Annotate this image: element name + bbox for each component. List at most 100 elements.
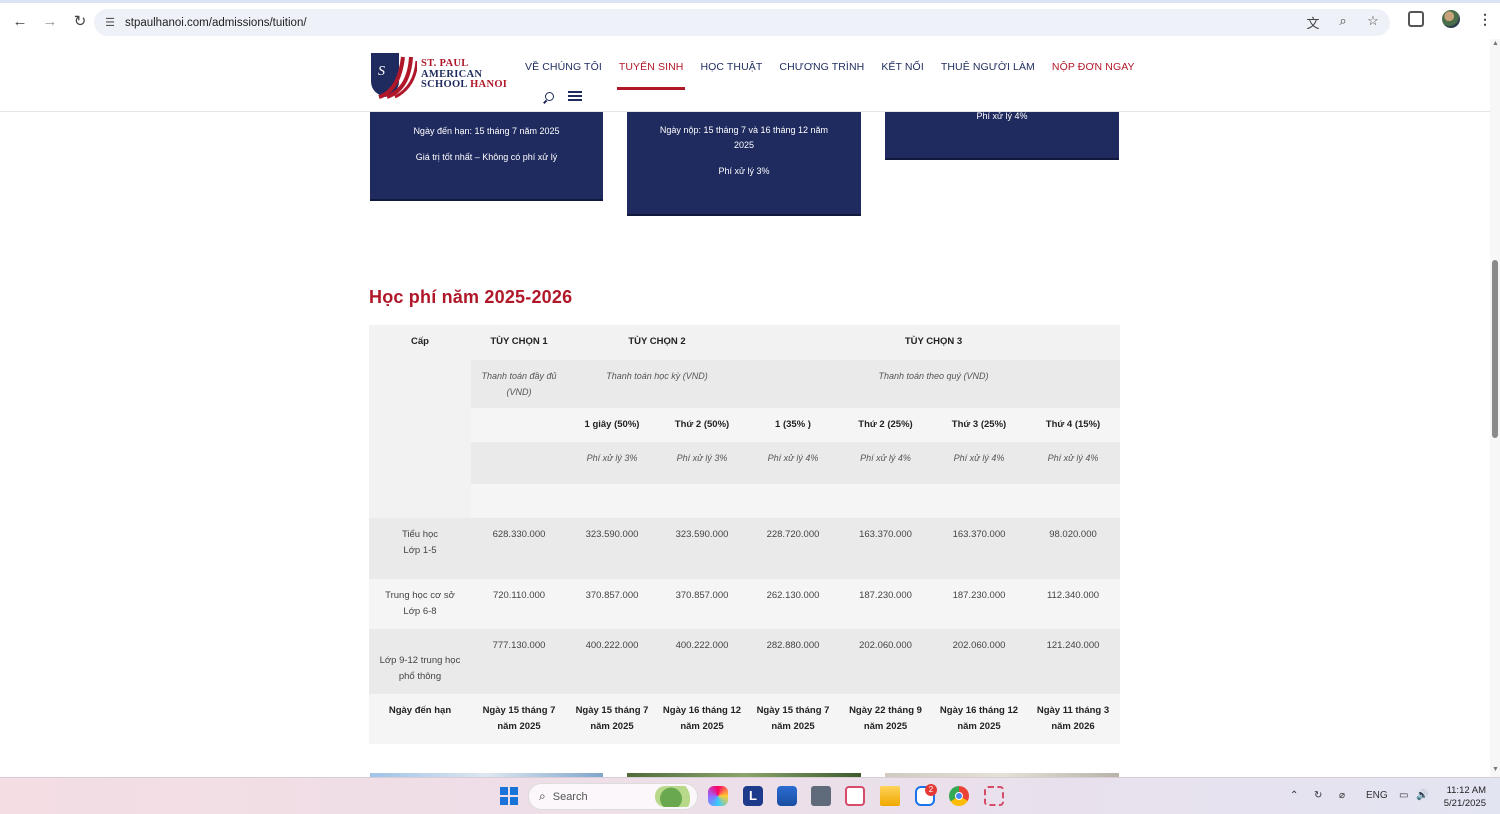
payment-card-option-3: Phí xử lý 4%: [885, 111, 1119, 160]
hamburger-menu-icon[interactable]: [568, 91, 582, 101]
fee-label: Phí xử lý 4%: [747, 442, 839, 484]
price-cell: 187.230.000: [839, 579, 932, 629]
volume-icon[interactable]: 🔊: [1416, 790, 1428, 801]
site-header: S ST. PAUL AMERICAN SCHOOL HANOI VỀ CHÚN…: [0, 39, 1490, 112]
taskbar-search-placeholder: Search: [552, 790, 588, 803]
table-row: Lớp 9-12 trung học phổ thông 777.130.000 …: [369, 629, 1120, 694]
logo-wordmark: ST. PAUL AMERICAN SCHOOL HANOI: [421, 59, 507, 91]
nav-academics[interactable]: HỌC THUẬT: [700, 61, 762, 73]
card2-fee: Phí xử lý 3%: [718, 166, 770, 176]
fee-label: Phí xử lý 3%: [567, 442, 657, 484]
card1-due-date: Ngày đến hạn: 15 tháng 7 năm 2025: [413, 126, 560, 136]
back-icon[interactable]: ←: [6, 7, 34, 35]
zalo-icon[interactable]: 2: [915, 784, 937, 806]
scroll-down-arrow-icon[interactable]: ▼: [1492, 766, 1499, 773]
zoom-icon[interactable]: ⌕: [1334, 13, 1352, 32]
option-1-header: TÙY CHỌN 1: [471, 325, 567, 360]
snipping-tool-icon[interactable]: [845, 786, 865, 806]
windows-taskbar: ⌕ Search L 2 ⌃ ↻ ⌀ ENG ▭ 🔊 11:12 AM 5/21…: [0, 777, 1500, 814]
table-row: Tiểu học Lớp 1-5 628.330.000 323.590.000 …: [369, 518, 1120, 579]
school-logo[interactable]: S ST. PAUL AMERICAN SCHOOL HANOI: [369, 51, 507, 99]
app-l-icon[interactable]: L: [743, 786, 763, 806]
due-date-label: Ngày đến hạn: [369, 694, 471, 744]
bookmark-star-icon[interactable]: ☆: [1364, 13, 1382, 32]
scrollbar-thumb[interactable]: [1492, 260, 1498, 438]
copilot-icon[interactable]: [708, 786, 728, 806]
installment-label: Thứ 2 (50%): [657, 408, 747, 442]
card2-due-date: Ngày nộp: 15 tháng 7 và 16 tháng 12 năm …: [659, 125, 829, 150]
store-icon[interactable]: [777, 786, 797, 806]
card1-note: Giá trị tốt nhất – Không có phí xử lý: [415, 152, 558, 162]
system-clock[interactable]: 11:12 AM 5/21/2025: [1440, 784, 1486, 810]
price-cell: 323.590.000: [657, 518, 747, 579]
translate-icon[interactable]: 文: [1304, 13, 1322, 32]
due-date-year: năm 2025: [497, 721, 541, 732]
table-spacer-row: [369, 484, 1120, 518]
nav-careers[interactable]: THUÊ NGƯỜI LÀM: [941, 61, 1035, 73]
calculator-icon[interactable]: [811, 786, 831, 806]
table-installment-row: 1 giây (50%) Thứ 2 (50%) 1 (35% ) Thứ 2 …: [369, 408, 1120, 442]
taskbar-search[interactable]: ⌕ Search: [528, 783, 698, 810]
due-date-year: năm 2025: [680, 721, 724, 732]
search-highlight-icon: [655, 786, 695, 807]
level-cell: Trung học cơ sở Lớp 6-8: [369, 579, 471, 629]
address-bar[interactable]: ☰ stpaulhanoi.com/admissions/tuition/ 文 …: [94, 9, 1390, 36]
empty-cell: [471, 408, 567, 442]
due-date-year: năm 2025: [590, 721, 634, 732]
due-date-line: Ngày 16 tháng 12: [662, 705, 742, 716]
payment-card-option-1: Ngày đến hạn: 15 tháng 7 năm 2025 Giá tr…: [370, 112, 603, 201]
price-cell: 628.330.000: [471, 518, 567, 579]
due-date-cell: Ngày 11 tháng 3 năm 2026: [1026, 694, 1120, 744]
price-cell: 400.222.000: [657, 629, 747, 694]
nav-about[interactable]: VỀ CHÚNG TÔI: [525, 61, 602, 73]
due-date-year: năm 2026: [1051, 721, 1095, 732]
price-cell: 370.857.000: [567, 579, 657, 629]
table-fee-row: Phí xử lý 3% Phí xử lý 3% Phí xử lý 4% P…: [369, 442, 1120, 484]
network-off-icon[interactable]: ⌀: [1339, 790, 1345, 801]
file-explorer-icon[interactable]: [880, 786, 900, 806]
search-icon[interactable]: [545, 91, 554, 101]
main-nav: VỀ CHÚNG TÔI TUYỂN SINH HỌC THUẬT CHƯƠNG…: [525, 61, 1135, 90]
language-indicator[interactable]: ENG: [1366, 790, 1388, 801]
level-name: Tiểu học: [401, 529, 439, 540]
nav-apply-now[interactable]: NỘP ĐƠN NGAY: [1052, 61, 1135, 73]
profile-avatar[interactable]: [1442, 10, 1460, 28]
site-info-icon[interactable]: ☰: [103, 16, 117, 30]
price-cell: 720.110.000: [471, 579, 567, 629]
extensions-icon[interactable]: [1408, 11, 1424, 27]
price-cell: 121.240.000: [1026, 629, 1120, 694]
due-date-cell: Ngày 15 tháng 7 năm 2025: [567, 694, 657, 744]
notification-badge: 2: [925, 784, 937, 796]
grade-range: Lớp 1-5: [403, 545, 437, 556]
show-hidden-icons-icon[interactable]: ⌃: [1290, 790, 1298, 801]
price-cell: 187.230.000: [932, 579, 1026, 629]
due-date-line: Ngày 22 tháng 9: [849, 705, 922, 716]
reload-icon[interactable]: ↻: [66, 7, 94, 35]
logo-line-3a: SCHOOL: [421, 79, 468, 91]
table-desc-row: Thanh toán đầy đủ (VND) Thanh toán học k…: [369, 360, 1120, 408]
due-date-cell: Ngày 15 tháng 7 năm 2025: [747, 694, 839, 744]
scroll-up-arrow-icon[interactable]: ▲: [1492, 40, 1499, 47]
due-date-cell: Ngày 16 tháng 12 năm 2025: [657, 694, 747, 744]
installment-label: 1 giây (50%): [567, 408, 657, 442]
windows-start-icon[interactable]: [500, 787, 518, 805]
forward-icon[interactable]: →: [36, 7, 64, 35]
browser-menu-icon[interactable]: ⋮: [1478, 11, 1492, 28]
price-cell: 262.130.000: [747, 579, 839, 629]
svg-text:S: S: [378, 64, 385, 79]
due-date-line: Ngày 15 tháng 7: [575, 705, 649, 716]
url-text[interactable]: stpaulhanoi.com/admissions/tuition/: [125, 17, 307, 29]
nav-admissions[interactable]: TUYỂN SINH: [616, 61, 686, 90]
chrome-icon[interactable]: [949, 786, 969, 806]
browser-toolbar: ← → ↻ ☰ stpaulhanoi.com/admissions/tuiti…: [0, 0, 1500, 39]
sync-icon[interactable]: ↻: [1314, 790, 1322, 801]
table-header-row: Cấp TÙY CHỌN 1 TÙY CHỌN 2 TÙY CHỌN 3: [369, 325, 1120, 518]
nav-programs[interactable]: CHƯƠNG TRÌNH: [779, 61, 864, 73]
installment-label: 1 (35% ): [747, 408, 839, 442]
fee-label: Phí xử lý 4%: [932, 442, 1026, 484]
snip-sketch-icon[interactable]: [984, 786, 1004, 806]
nav-connect[interactable]: KẾT NỐI: [881, 61, 924, 73]
price-cell: 370.857.000: [657, 579, 747, 629]
due-date-line: Ngày 15 tháng 7: [482, 705, 556, 716]
display-icon[interactable]: ▭: [1399, 790, 1408, 801]
